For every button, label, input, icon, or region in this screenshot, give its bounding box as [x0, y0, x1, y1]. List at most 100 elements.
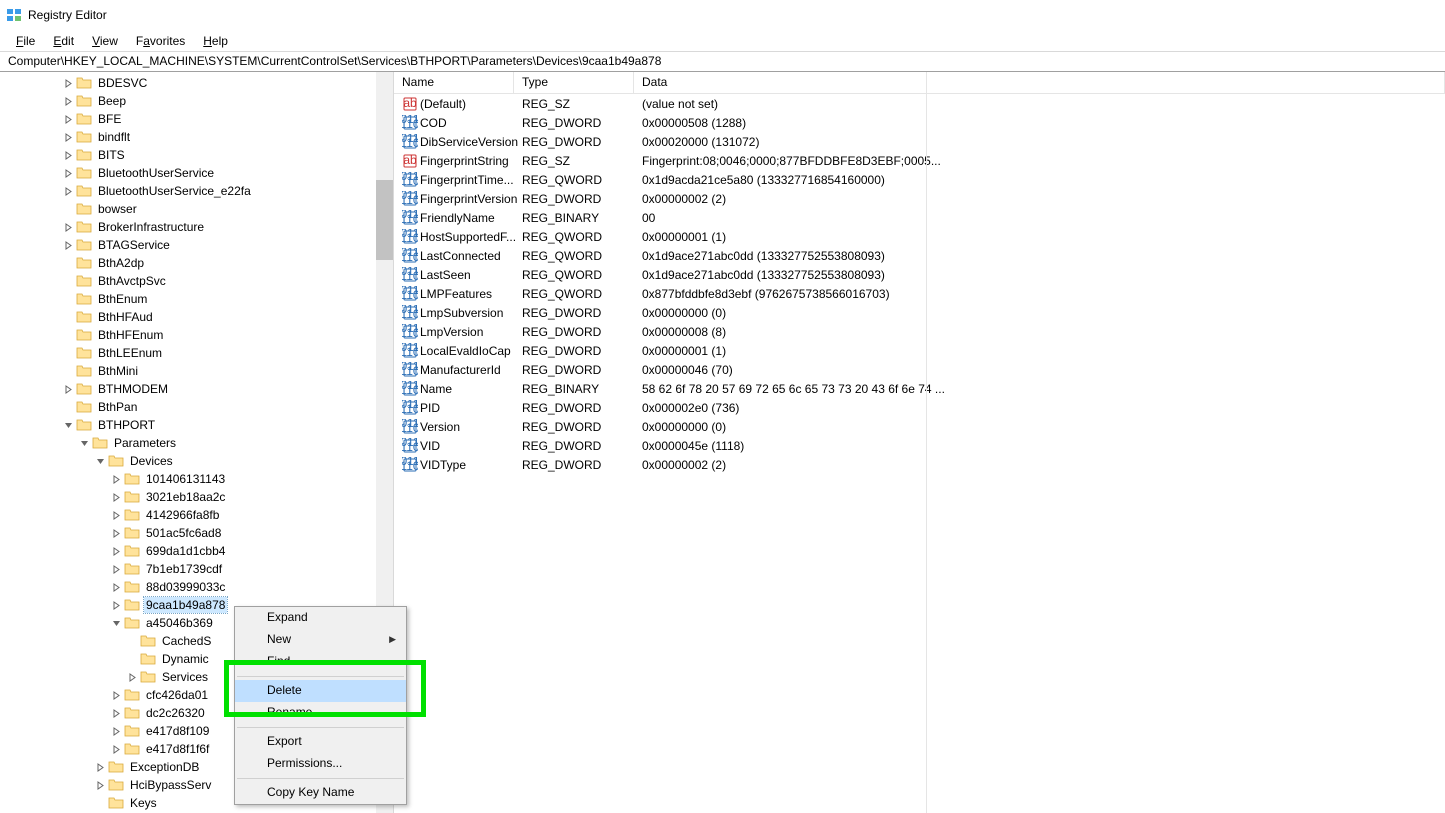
tree-item[interactable]: 7b1eb1739cdf [0, 560, 393, 578]
folder-icon [76, 94, 92, 108]
tree-expander[interactable] [64, 223, 76, 232]
value-row[interactable]: 011110LastConnectedREG_QWORD0x1d9ace271a… [394, 246, 1445, 265]
context-menu-item[interactable]: Delete [235, 680, 406, 702]
value-row[interactable]: ab(Default)REG_SZ(value not set) [394, 94, 1445, 113]
context-menu-item[interactable]: New▶ [235, 629, 406, 651]
tree-expander[interactable] [112, 565, 124, 574]
value-row[interactable]: abFingerprintStringREG_SZFingerprint:08;… [394, 151, 1445, 170]
tree-expander[interactable] [112, 583, 124, 592]
tree-expander[interactable] [80, 439, 92, 448]
value-row[interactable]: 011110VersionREG_DWORD0x00000000 (0) [394, 417, 1445, 436]
tree-expander[interactable] [112, 727, 124, 736]
menu-edit[interactable]: Edit [45, 32, 82, 50]
value-row[interactable]: 011110DibServiceVersionREG_DWORD0x000200… [394, 132, 1445, 151]
menu-view[interactable]: View [84, 32, 126, 50]
tree-expander[interactable] [112, 709, 124, 718]
tree-item[interactable]: BITS [0, 146, 393, 164]
tree-item[interactable]: BTHPORT [0, 416, 393, 434]
values-list[interactable]: ab(Default)REG_SZ(value not set)011110CO… [394, 94, 1445, 474]
tree-expander[interactable] [64, 187, 76, 196]
tree-item[interactable]: 699da1d1cbb4 [0, 542, 393, 560]
tree-expander[interactable] [112, 745, 124, 754]
context-menu-item[interactable]: Expand [235, 607, 406, 629]
tree-expander[interactable] [64, 385, 76, 394]
tree-item[interactable]: bowser [0, 200, 393, 218]
tree-expander[interactable] [96, 457, 108, 466]
col-header-name[interactable]: Name [394, 72, 514, 93]
tree-item[interactable]: BluetoothUserService [0, 164, 393, 182]
tree-item[interactable]: 3021eb18aa2c [0, 488, 393, 506]
tree-expander[interactable] [128, 673, 140, 682]
tree-item[interactable]: BthEnum [0, 290, 393, 308]
context-menu-item[interactable]: Find... [235, 651, 406, 673]
value-row[interactable]: 011110NameREG_BINARY58 62 6f 78 20 57 69… [394, 379, 1445, 398]
tree-item[interactable]: BthMini [0, 362, 393, 380]
tree-item[interactable]: BthHFAud [0, 308, 393, 326]
tree-item[interactable]: BthAvctpSvc [0, 272, 393, 290]
value-row[interactable]: 011110LastSeenREG_QWORD0x1d9ace271abc0dd… [394, 265, 1445, 284]
value-row[interactable]: 011110FingerprintTime...REG_QWORD0x1d9ac… [394, 170, 1445, 189]
tree-item[interactable]: Beep [0, 92, 393, 110]
value-row[interactable]: 011110ManufacturerIdREG_DWORD0x00000046 … [394, 360, 1445, 379]
tree-item[interactable]: BrokerInfrastructure [0, 218, 393, 236]
value-row[interactable]: 011110HostSupportedF...REG_QWORD0x000000… [394, 227, 1445, 246]
tree-item[interactable]: Parameters [0, 434, 393, 452]
context-menu-item[interactable]: Rename [235, 702, 406, 724]
address-bar[interactable]: Computer\HKEY_LOCAL_MACHINE\SYSTEM\Curre… [0, 52, 1445, 72]
tree-expander[interactable] [64, 79, 76, 88]
tree-item[interactable]: BluetoothUserService_e22fa [0, 182, 393, 200]
context-menu-item[interactable]: Copy Key Name [235, 782, 406, 804]
tree-expander[interactable] [112, 511, 124, 520]
tree-item[interactable]: BthA2dp [0, 254, 393, 272]
tree-expander[interactable] [64, 169, 76, 178]
tree-expander[interactable] [64, 115, 76, 124]
tree-item[interactable]: BthPan [0, 398, 393, 416]
tree-item[interactable]: 4142966fa8fb [0, 506, 393, 524]
tree-expander[interactable] [112, 619, 124, 628]
tree-item[interactable]: BthLEEnum [0, 344, 393, 362]
context-menu-item[interactable]: Permissions... [235, 753, 406, 775]
tree-expander[interactable] [112, 691, 124, 700]
tree-item[interactable]: BTHMODEM [0, 380, 393, 398]
col-header-data[interactable]: Data [634, 72, 1445, 93]
tree-item[interactable]: BTAGService [0, 236, 393, 254]
tree-item[interactable]: BthHFEnum [0, 326, 393, 344]
tree-expander[interactable] [64, 241, 76, 250]
value-type: REG_DWORD [522, 325, 642, 339]
tree-expander[interactable] [64, 133, 76, 142]
value-row[interactable]: 011110VIDTypeREG_DWORD0x00000002 (2) [394, 455, 1445, 474]
value-row[interactable]: 011110LMPFeaturesREG_QWORD0x877bfddbfe8d… [394, 284, 1445, 303]
tree-scroll-thumb[interactable] [376, 180, 393, 260]
tree-item[interactable]: 101406131143 [0, 470, 393, 488]
menu-help[interactable]: Help [195, 32, 236, 50]
value-row[interactable]: 011110FriendlyNameREG_BINARY00 [394, 208, 1445, 227]
tree-expander[interactable] [96, 781, 108, 790]
tree-expander[interactable] [64, 151, 76, 160]
col-header-type[interactable]: Type [514, 72, 634, 93]
tree-expander[interactable] [112, 529, 124, 538]
tree-expander[interactable] [112, 601, 124, 610]
values-column-divider[interactable] [926, 72, 927, 813]
tree-item[interactable]: bindflt [0, 128, 393, 146]
menu-favorites[interactable]: Favorites [128, 32, 193, 50]
tree-item[interactable]: BDESVC [0, 74, 393, 92]
tree-item[interactable]: 501ac5fc6ad8 [0, 524, 393, 542]
value-row[interactable]: 011110VIDREG_DWORD0x0000045e (1118) [394, 436, 1445, 455]
tree-expander[interactable] [96, 763, 108, 772]
value-row[interactable]: 011110LmpVersionREG_DWORD0x00000008 (8) [394, 322, 1445, 341]
value-row[interactable]: 011110PIDREG_DWORD0x000002e0 (736) [394, 398, 1445, 417]
tree-expander[interactable] [64, 97, 76, 106]
tree-expander[interactable] [112, 547, 124, 556]
tree-item[interactable]: BFE [0, 110, 393, 128]
context-menu-item[interactable]: Export [235, 731, 406, 753]
value-row[interactable]: 011110LocalEvaldIoCapREG_DWORD0x00000001… [394, 341, 1445, 360]
tree-item[interactable]: Devices [0, 452, 393, 470]
tree-expander[interactable] [112, 475, 124, 484]
value-row[interactable]: 011110CODREG_DWORD0x00000508 (1288) [394, 113, 1445, 132]
value-row[interactable]: 011110LmpSubversionREG_DWORD0x00000000 (… [394, 303, 1445, 322]
tree-expander[interactable] [112, 493, 124, 502]
tree-expander[interactable] [64, 421, 76, 430]
value-row[interactable]: 011110FingerprintVersionREG_DWORD0x00000… [394, 189, 1445, 208]
menu-file[interactable]: File [8, 32, 43, 50]
tree-item[interactable]: 88d03999033c [0, 578, 393, 596]
